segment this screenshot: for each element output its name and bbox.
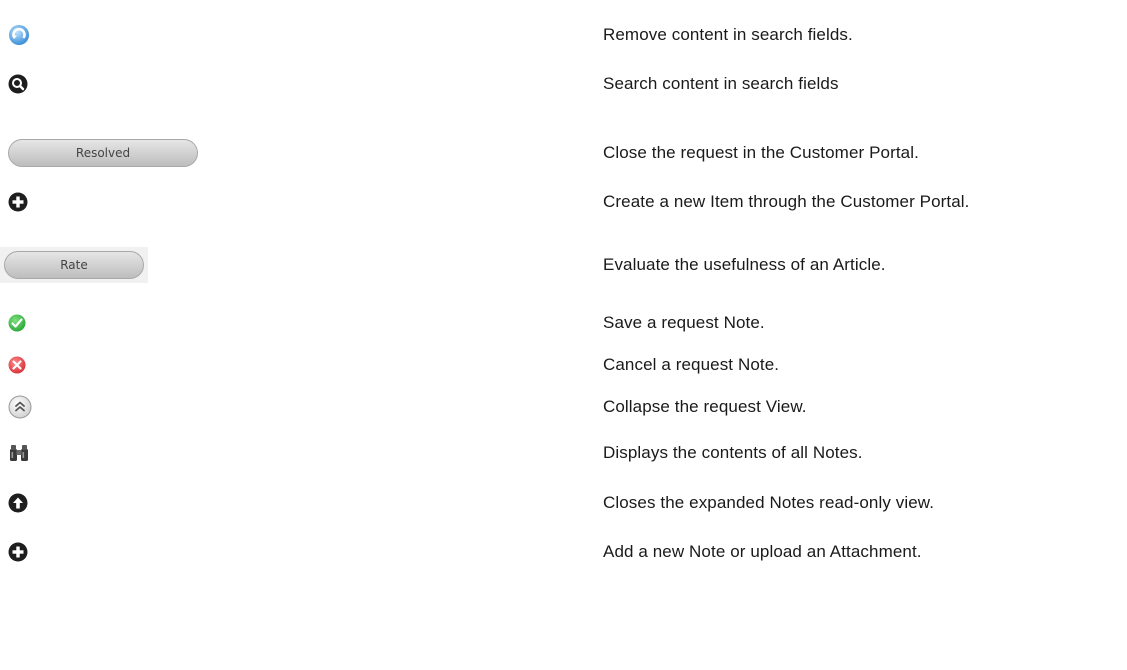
legend-row: Cancel a request Note. — [0, 345, 1127, 385]
row-description: Search content in search fields — [603, 74, 839, 93]
rate-button-frame: Rate — [0, 247, 148, 283]
legend-row: Create a new Item through the Customer P… — [0, 182, 1127, 222]
search-icon[interactable] — [8, 64, 28, 104]
row-description: Displays the contents of all Notes. — [603, 443, 863, 462]
collapse-icon[interactable] — [8, 387, 32, 427]
row-description: Create a new Item through the Customer P… — [603, 192, 970, 211]
refresh-icon[interactable] — [8, 15, 30, 55]
row-description: Evaluate the usefulness of an Article. — [603, 255, 886, 274]
plus-icon[interactable] — [8, 532, 28, 572]
legend-row: Search content in search fields — [0, 64, 1127, 104]
check-icon[interactable] — [8, 303, 26, 343]
row-description: Remove content in search fields. — [603, 25, 853, 44]
row-description: Save a request Note. — [603, 313, 765, 332]
legend-row: Remove content in search fields. — [0, 15, 1127, 55]
legend-row: Displays the contents of all Notes. — [0, 433, 1127, 473]
row-description: Close the request in the Customer Portal… — [603, 143, 919, 162]
legend-row: Rate Evaluate the usefulness of an Artic… — [0, 245, 1127, 285]
legend-row: Collapse the request View. — [0, 387, 1127, 427]
row-description: Closes the expanded Notes read-only view… — [603, 493, 935, 512]
legend-row: Closes the expanded Notes read-only view… — [0, 483, 1127, 523]
rate-button-cell: Rate — [0, 245, 148, 285]
row-description: Add a new Note or upload an Attachment. — [603, 542, 922, 561]
resolved-button-cell: Resolved — [8, 133, 198, 173]
row-description: Cancel a request Note. — [603, 355, 780, 374]
legend-row: Add a new Note or upload an Attachment. — [0, 532, 1127, 572]
binoculars-icon[interactable] — [8, 433, 30, 473]
arrow-up-icon[interactable] — [8, 483, 28, 523]
row-description: Collapse the request View. — [603, 397, 807, 416]
rate-button[interactable]: Rate — [4, 251, 144, 279]
cancel-icon[interactable] — [8, 345, 26, 385]
resolved-button[interactable]: Resolved — [8, 139, 198, 167]
plus-icon[interactable] — [8, 182, 28, 222]
legend-row: Resolved Close the request in the Custom… — [0, 133, 1127, 173]
legend-row: Save a request Note. — [0, 303, 1127, 343]
